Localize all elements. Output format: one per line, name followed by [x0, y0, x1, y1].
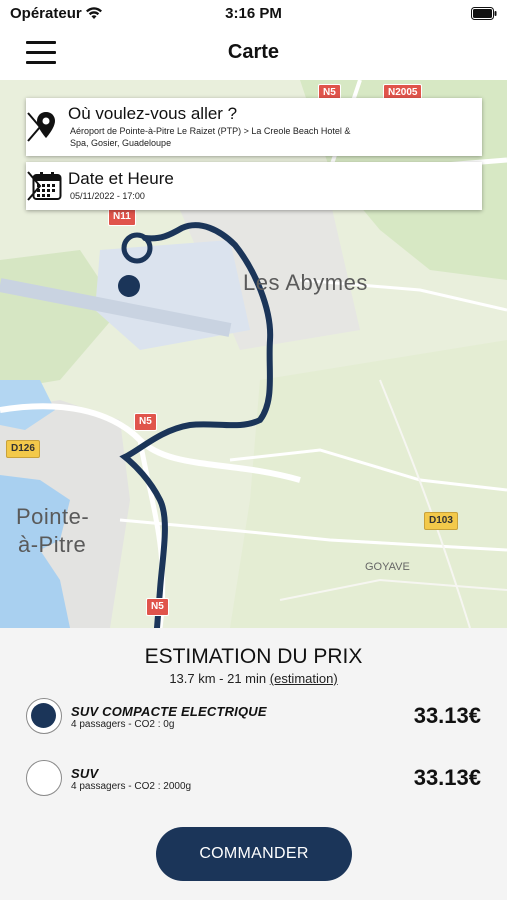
- chevron-right-icon: [27, 112, 42, 142]
- date-time-card[interactable]: Date et Heure 05/11/2022 - 17:00: [26, 162, 482, 210]
- price-panel: ESTIMATION DU PRIX 13.7 km - 21 min (est…: [0, 628, 507, 900]
- map-label-city: Les Abymes: [243, 270, 368, 295]
- map-label-city: à-Pitre: [18, 532, 87, 557]
- road-badge: N5: [146, 598, 169, 616]
- radio-button[interactable]: [26, 760, 62, 796]
- chevron-right-icon: [27, 171, 42, 201]
- estimation-link[interactable]: (estimation): [270, 671, 338, 686]
- status-bar: Opérateur 3:16 PM: [0, 0, 507, 28]
- page-title: Carte: [227, 41, 280, 63]
- road-badge: N5: [134, 413, 157, 431]
- map-label-city: Pointe-: [16, 504, 90, 529]
- road-badge: D103: [424, 512, 458, 530]
- map-view[interactable]: Les Abymes Pointe- à-Pitre GOYAVE N5 N20…: [0, 80, 507, 628]
- destination-card[interactable]: Où voulez-vous aller ? Aéroport de Point…: [26, 98, 482, 156]
- vehicle-name: SUV: [71, 766, 99, 781]
- vehicle-details: 4 passagers - CO2 : 2000g: [71, 781, 192, 792]
- road-badge: D126: [6, 440, 40, 458]
- vehicle-details: 4 passagers - CO2 : 0g: [71, 719, 175, 730]
- estimate-info: 13.7 km - 21 min (estimation): [0, 671, 507, 686]
- destination-route: Aéroport de Pointe-à-Pitre Le Raizet (PT…: [70, 126, 351, 148]
- vehicle-price: 33.13€: [413, 765, 481, 790]
- road-badge: N11: [108, 208, 136, 226]
- vehicle-price: 33.13€: [413, 703, 481, 728]
- status-time: 3:16 PM: [225, 5, 282, 22]
- radio-button-selected[interactable]: [26, 698, 62, 734]
- date-time-title: Date et Heure: [68, 169, 174, 188]
- distance-time: 13.7 km - 21 min: [169, 671, 267, 686]
- radio-fill: [31, 703, 56, 728]
- vehicle-name: SUV COMPACTE ELECTRIQUE: [71, 704, 267, 719]
- map-label-locality: GOYAVE: [365, 561, 410, 573]
- vehicle-option[interactable]: SUV 4 passagers - CO2 : 2000g 33.13€: [0, 758, 507, 802]
- battery-icon: [471, 7, 497, 20]
- order-button[interactable]: COMMANDER: [156, 827, 352, 881]
- destination-title: Où voulez-vous aller ?: [68, 104, 238, 123]
- nav-bar: Carte: [0, 28, 507, 80]
- date-time-value: 05/11/2022 - 17:00: [70, 191, 145, 201]
- estimate-title: ESTIMATION DU PRIX: [144, 645, 363, 668]
- vehicle-option[interactable]: SUV COMPACTE ELECTRIQUE 4 passagers - CO…: [0, 696, 507, 740]
